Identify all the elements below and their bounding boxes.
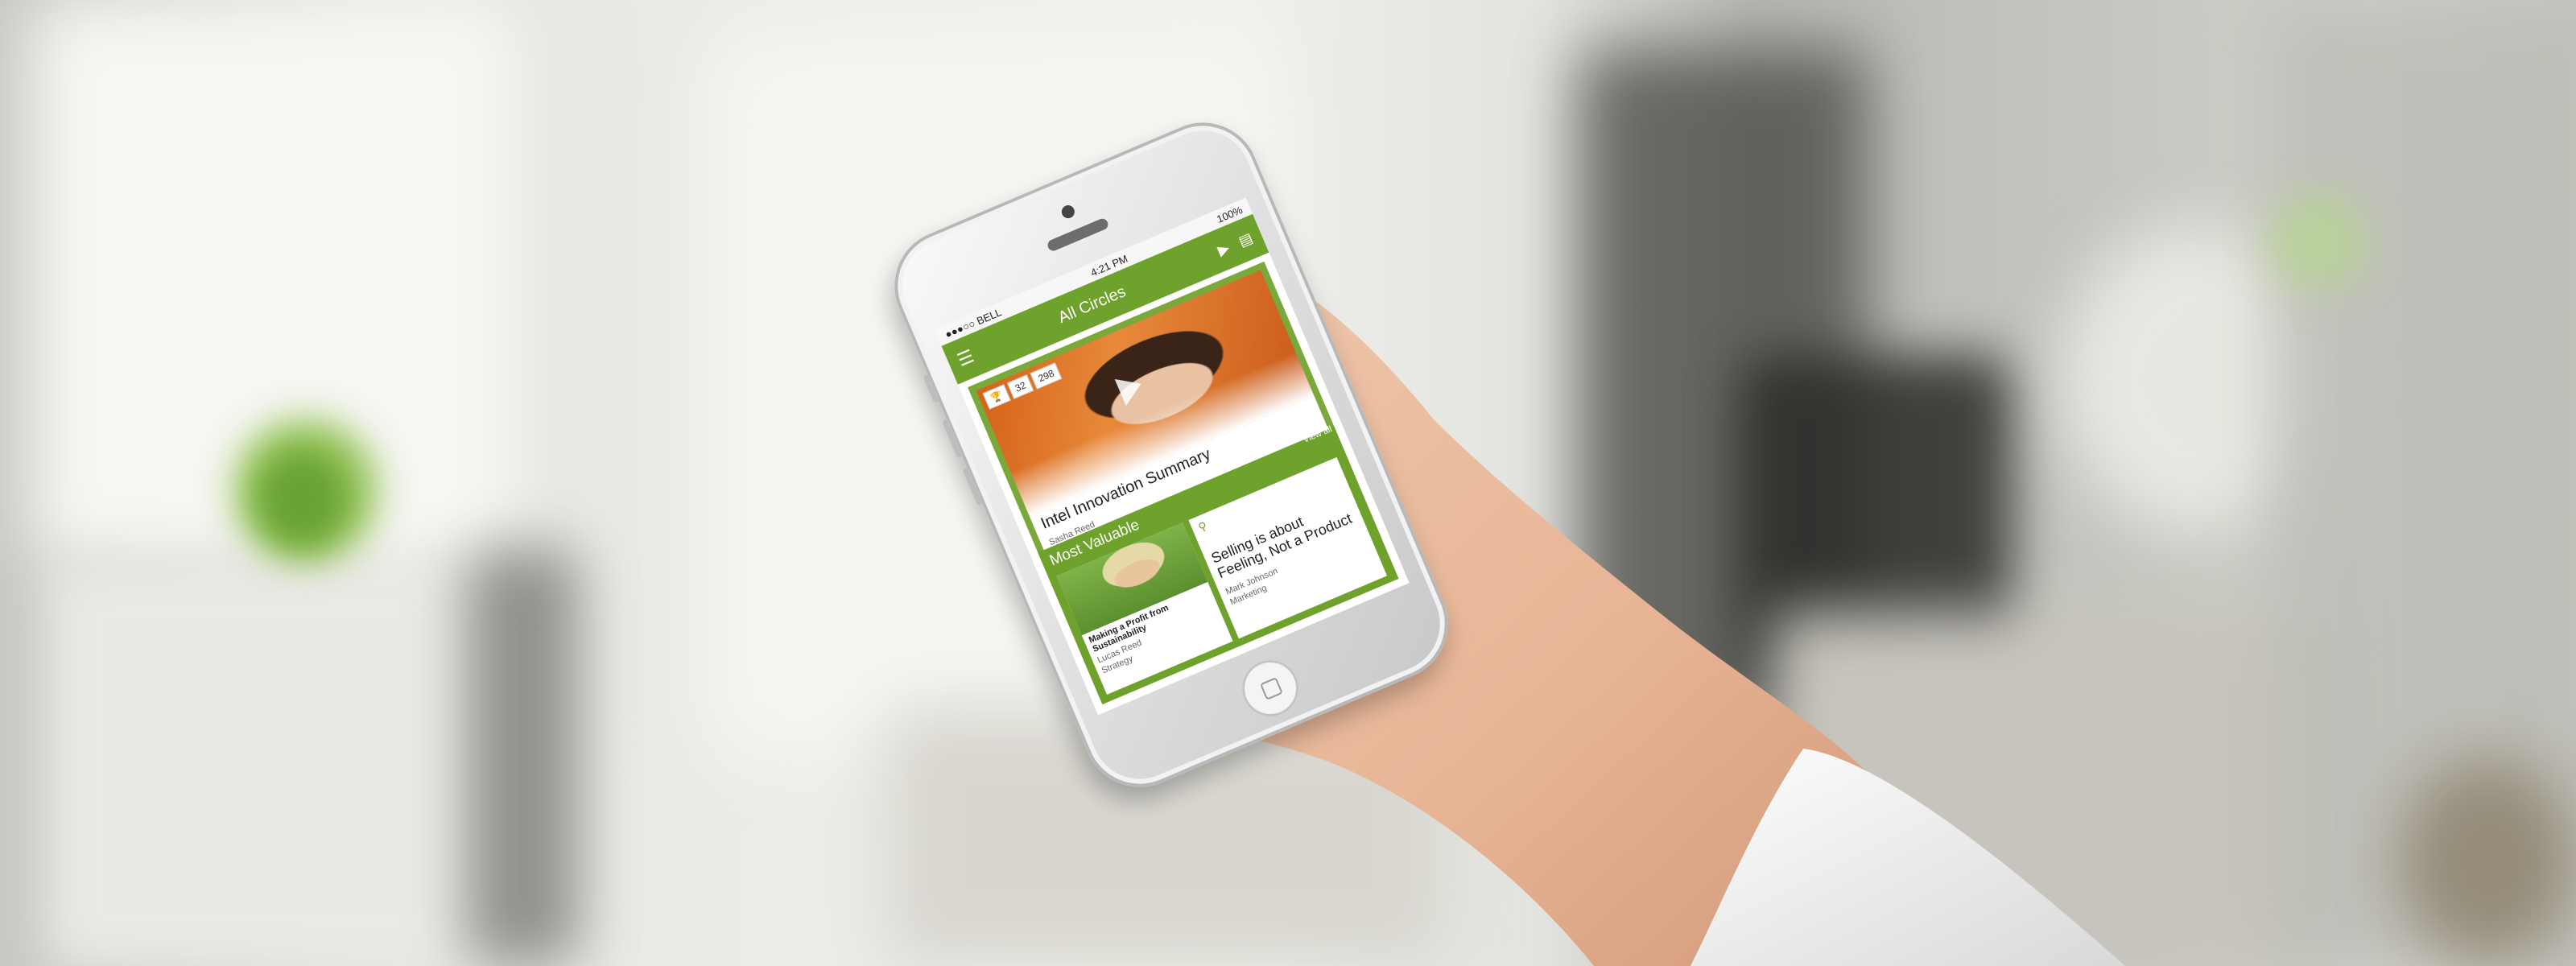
background-cabinet xyxy=(1771,612,2334,966)
background-corner xyxy=(2399,757,2576,966)
hamburger-icon[interactable]: ☰ xyxy=(955,345,977,371)
earpiece xyxy=(1046,217,1110,253)
background-stand xyxy=(467,547,580,966)
home-button[interactable] xyxy=(1233,651,1307,725)
background-plant-core xyxy=(258,451,346,547)
video-icon[interactable]: ▶ xyxy=(1215,239,1232,258)
background-table xyxy=(48,564,467,966)
award-icon: ⚲ xyxy=(1196,518,1209,535)
front-camera xyxy=(1059,203,1077,221)
filter-icon[interactable]: ▤ xyxy=(1236,229,1254,250)
background-green-glow xyxy=(2270,193,2367,290)
